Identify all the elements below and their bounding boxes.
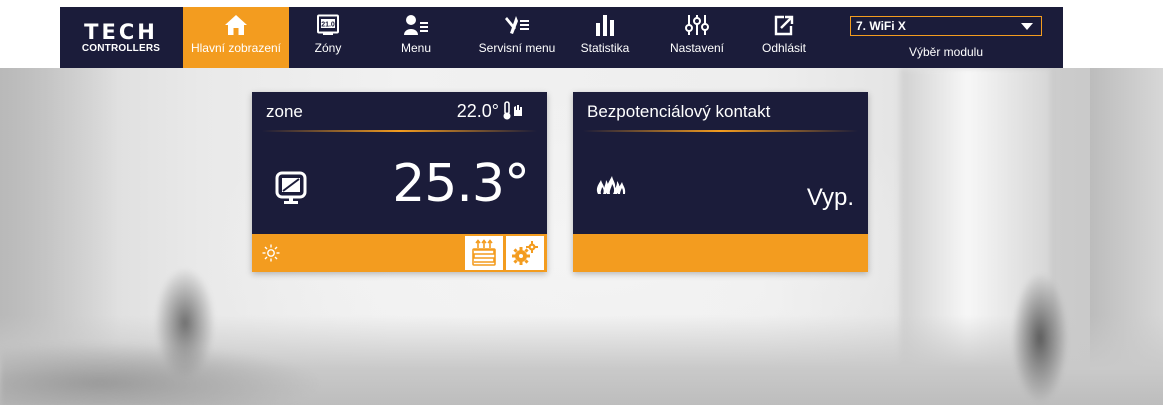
header-divider	[583, 130, 858, 132]
potential-free-contact-tile[interactable]: Bezpotenciálový kontakt Vyp.	[573, 92, 868, 272]
logo-subtitle: CONTROLLERS	[81, 43, 161, 54]
user-menu-icon	[403, 14, 429, 36]
nav-main-view[interactable]: Hlavní zobrazení	[183, 7, 289, 68]
floor-heating-icon	[472, 239, 496, 266]
relay-tile-header: Bezpotenciálový kontakt	[573, 92, 868, 130]
nav-label: Odhlásit	[761, 41, 807, 55]
nav-service-menu[interactable]: Servisní menu	[469, 7, 565, 68]
relay-tile-footer	[573, 234, 868, 272]
thermometer-hand-icon	[503, 101, 525, 126]
module-select-value: 7. WiFi X	[856, 19, 906, 33]
tools-icon	[504, 14, 530, 36]
nav-statistics[interactable]: Statistika	[572, 7, 638, 68]
module-select[interactable]: 7. WiFi X	[850, 16, 1042, 36]
header-divider	[262, 130, 537, 132]
zone-settings-button[interactable]	[506, 236, 544, 270]
nav-logout[interactable]: Odhlásit	[754, 7, 814, 68]
nav-zones[interactable]: 21.0 Zóny	[298, 7, 358, 68]
nav-label: Statistika	[580, 41, 630, 55]
zone-set-temperature: 22.0°	[456, 101, 499, 121]
floor-heating-button[interactable]	[465, 236, 503, 270]
zone-tile-header: zone 22.0°	[252, 92, 547, 130]
module-select-label: Výběr modulu	[908, 45, 984, 59]
flame-icon	[595, 170, 629, 201]
chevron-down-icon	[1021, 23, 1033, 30]
relay-state: Vyp.	[806, 184, 854, 211]
room-regulator-icon	[274, 170, 308, 211]
nav-settings[interactable]: Nastavení	[663, 7, 731, 68]
logout-icon	[773, 14, 795, 36]
zone-tile-footer	[252, 234, 547, 272]
nav-label: Menu	[400, 41, 432, 55]
svg-text:21.0: 21.0	[321, 21, 335, 28]
zone-current-temperature: 25.3°	[392, 154, 530, 214]
zones-icon: 21.0	[316, 14, 340, 36]
logo-wordmark: TECH	[84, 20, 158, 44]
zone-name: zone	[266, 102, 303, 121]
sun-icon	[262, 244, 280, 267]
top-bar: TECH CONTROLLERS Hlavní zobrazení 21.0 Z…	[0, 0, 1163, 68]
relay-title: Bezpotenciálový kontakt	[587, 102, 771, 121]
nav-label: Servisní menu	[478, 41, 556, 55]
home-icon	[224, 14, 248, 36]
sliders-icon	[685, 14, 709, 36]
nav-label: Nastavení	[669, 41, 725, 55]
bar-chart-icon	[594, 14, 616, 36]
nav-menu[interactable]: Menu	[391, 7, 441, 68]
nav-label: Hlavní zobrazení	[190, 41, 282, 55]
zone-tile[interactable]: zone 22.0° 25.3°	[252, 92, 547, 272]
navigation-bar: TECH CONTROLLERS Hlavní zobrazení 21.0 Z…	[60, 7, 1063, 68]
nav-label: Zóny	[314, 41, 342, 55]
tech-controllers-logo: TECH CONTROLLERS	[76, 21, 166, 61]
gears-icon	[512, 241, 538, 265]
